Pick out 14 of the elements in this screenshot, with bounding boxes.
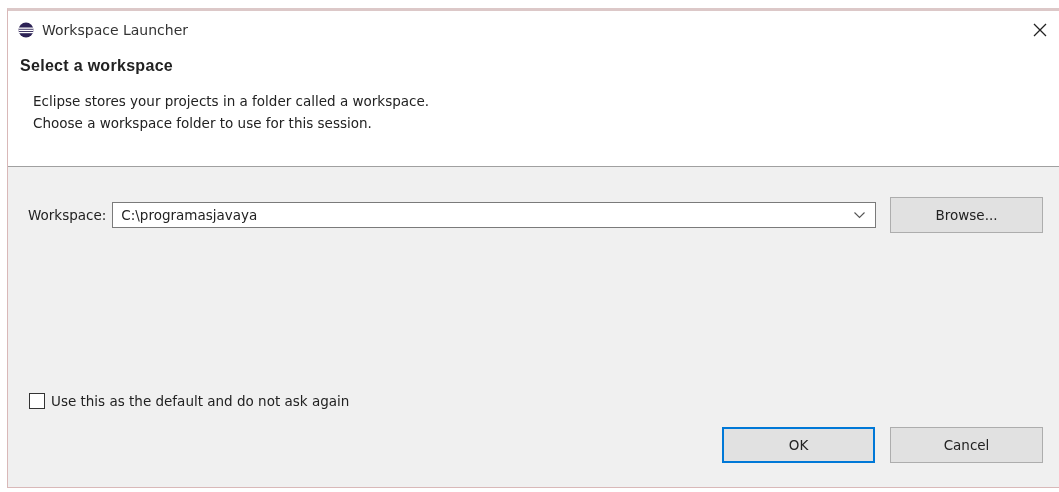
checkbox[interactable] [29,393,45,409]
cancel-button[interactable]: Cancel [890,427,1043,463]
browse-button[interactable]: Browse... [890,197,1043,233]
eclipse-icon [18,22,34,38]
description-text: Choose a workspace folder to use for this session. [33,114,373,133]
workspace-label: Workspace: [28,207,107,223]
caret-icon[interactable] [854,211,865,219]
window-title: Workspace Launcher [42,22,189,38]
ok-button[interactable]: OK [722,427,875,463]
page-title: Select a workspace [20,57,175,75]
workspace-combo[interactable]: C:\programasjavaya [112,202,876,228]
checkbox-label: Use this as the default and do not ask again [51,393,350,409]
description-text: Eclipse stores your projects in a folder called a workspace. [33,92,431,111]
close-icon[interactable] [1033,23,1047,37]
